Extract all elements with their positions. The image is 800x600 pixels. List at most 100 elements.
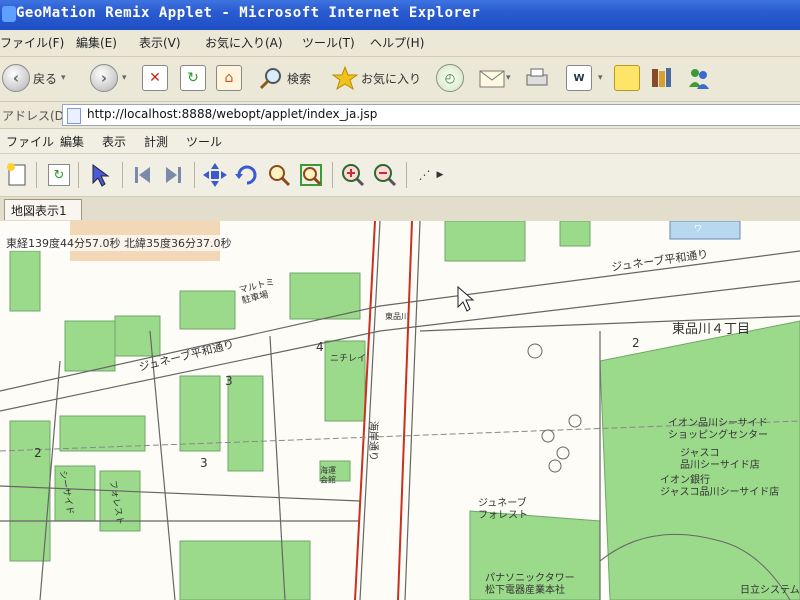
zoom-in-button[interactable] <box>340 162 366 188</box>
search-button[interactable]: 検索 <box>258 63 311 93</box>
skip-first-icon <box>135 167 150 183</box>
label-nichirei: ニチレイ <box>330 353 366 364</box>
search-label: 検索 <box>287 71 312 86</box>
forward-button[interactable]: › ▾ <box>90 63 127 93</box>
zoom-out-button[interactable] <box>372 162 398 188</box>
toolbar-separator <box>36 162 37 188</box>
zoom-area-out-icon <box>300 164 322 186</box>
print-button[interactable] <box>524 63 550 93</box>
applet-menu-edit[interactable]: 編集 <box>60 133 84 150</box>
messenger-button[interactable] <box>686 63 712 93</box>
label-geneve-forest: ジュネーブフォレスト <box>478 496 528 521</box>
menu-file[interactable]: ファイル(F) <box>0 34 64 51</box>
history-button[interactable]: ◴ <box>436 63 464 93</box>
first-button[interactable] <box>130 162 156 188</box>
address-input[interactable]: http://localhost:8888/webopt/applet/inde… <box>62 104 800 126</box>
mail-dropdown-icon: ▾ <box>506 73 511 83</box>
page-icon <box>67 108 81 124</box>
back-arrow-icon: ‹ <box>2 64 30 92</box>
menu-edit[interactable]: 編集(E) <box>76 34 117 51</box>
rail-red-2 <box>397 221 413 600</box>
discuss-button[interactable] <box>614 63 640 93</box>
zoom-out-icon <box>374 164 397 187</box>
green-block-7 <box>59 415 146 452</box>
zoom-area-in-icon <box>269 165 291 187</box>
tree-icon <box>556 446 570 460</box>
tree-icon <box>548 459 562 473</box>
label-tosho: 東品川 <box>385 311 409 321</box>
zoom-area-in-button[interactable] <box>266 162 292 188</box>
printer-icon <box>526 68 548 86</box>
zoom-area-out-button[interactable] <box>298 162 324 188</box>
stop-button[interactable]: ✕ <box>142 63 168 93</box>
toolbar-separator <box>122 162 123 188</box>
research-button[interactable] <box>648 63 674 93</box>
label-marutoh: マルトミ駐車場 <box>238 277 278 306</box>
label-num2a: 2 <box>34 446 42 460</box>
green-block-1 <box>444 221 526 262</box>
menu-help[interactable]: ヘルプ(H) <box>370 34 424 51</box>
pointer-icon <box>92 164 110 187</box>
forward-dropdown-icon: ▾ <box>122 73 127 83</box>
green-block-5 <box>179 375 221 452</box>
word-icon: W <box>566 65 592 91</box>
ie-icon <box>2 6 16 22</box>
title-bar: GeoMation Remix Applet - Microsoft Inter… <box>0 0 800 30</box>
label-num2b: 2 <box>632 336 640 350</box>
favorites-button[interactable]: お気に入り <box>332 63 421 93</box>
note-icon <box>614 65 640 91</box>
rotate-icon <box>235 165 257 185</box>
history-icon: ◴ <box>436 64 464 92</box>
road-vertical-1 <box>149 330 176 600</box>
rotate-button[interactable] <box>234 162 260 188</box>
edit-dropdown-icon: ▾ <box>598 73 603 83</box>
applet-menu-view[interactable]: 表示 <box>102 133 126 150</box>
refresh-button[interactable]: ↻ <box>180 63 206 93</box>
mail-button[interactable]: ▾ <box>478 63 511 93</box>
address-label: アドレス(D) <box>2 109 69 123</box>
last-button[interactable] <box>160 162 186 188</box>
books-icon <box>652 68 671 87</box>
map-tab-row: 地図表示1 <box>0 197 800 221</box>
home-button[interactable]: ⌂ <box>216 63 242 93</box>
select-button[interactable] <box>88 162 114 188</box>
green-block-15 <box>559 221 591 247</box>
back-dropdown-icon: ▾ <box>61 73 66 83</box>
refresh-map-icon: ↻ <box>48 164 70 186</box>
pan-button[interactable] <box>202 162 228 188</box>
applet-menu-measure[interactable]: 計測 <box>144 133 168 150</box>
green-block-10 <box>179 540 311 600</box>
label-hitachi: 日立システム <box>740 583 800 596</box>
green-block-12 <box>64 320 116 372</box>
favorites-label: お気に入り <box>361 71 422 86</box>
applet-menu-tools[interactable]: ツール <box>186 133 222 150</box>
applet-menu-file[interactable]: ファイル <box>6 133 54 150</box>
menu-tools[interactable]: ツール(T) <box>302 34 355 51</box>
map-svg[interactable]: ジュネーブ平和通り ジュネーブ平和通り 東品川４丁目 イオン品川シーサイドショッ… <box>0 221 800 600</box>
map-canvas[interactable]: ジュネーブ平和通り ジュネーブ平和通り 東品川４丁目 イオン品川シーサイドショッ… <box>0 221 800 600</box>
new-map-button[interactable] <box>4 162 30 188</box>
label-num4: 4 <box>316 340 324 354</box>
dots-icon: ⋰ <box>418 168 433 182</box>
tab-map-view-1[interactable]: 地図表示1 <box>4 199 82 220</box>
edit-button[interactable]: W ▾ <box>566 63 603 93</box>
more-arrow-icon: ▶ <box>436 170 444 180</box>
search-icon <box>259 68 281 90</box>
back-button[interactable]: ‹ 戻る ▾ <box>2 63 66 93</box>
tree-icon <box>568 414 582 428</box>
forward-arrow-icon: › <box>90 64 118 92</box>
refresh-map-button[interactable]: ↻ <box>46 162 72 188</box>
menu-favorites[interactable]: お気に入り(A) <box>205 34 283 51</box>
green-block-3 <box>179 290 236 330</box>
pond <box>669 221 741 240</box>
toolbar-separator <box>194 162 195 188</box>
menu-bar: ファイル(F) 編集(E) 表示(V) お気に入り(A) ツール(T) ヘルプ(… <box>0 30 800 57</box>
more-tools-button[interactable]: ⋰ ▶ <box>414 162 448 188</box>
toolbar-separator <box>406 162 407 188</box>
label-num3b: 3 <box>200 456 208 470</box>
tree-icon <box>541 429 555 443</box>
new-document-icon <box>7 163 26 186</box>
refresh-icon: ↻ <box>180 65 206 91</box>
menu-view[interactable]: 表示(V) <box>139 34 181 51</box>
toolbar-separator <box>78 162 79 188</box>
